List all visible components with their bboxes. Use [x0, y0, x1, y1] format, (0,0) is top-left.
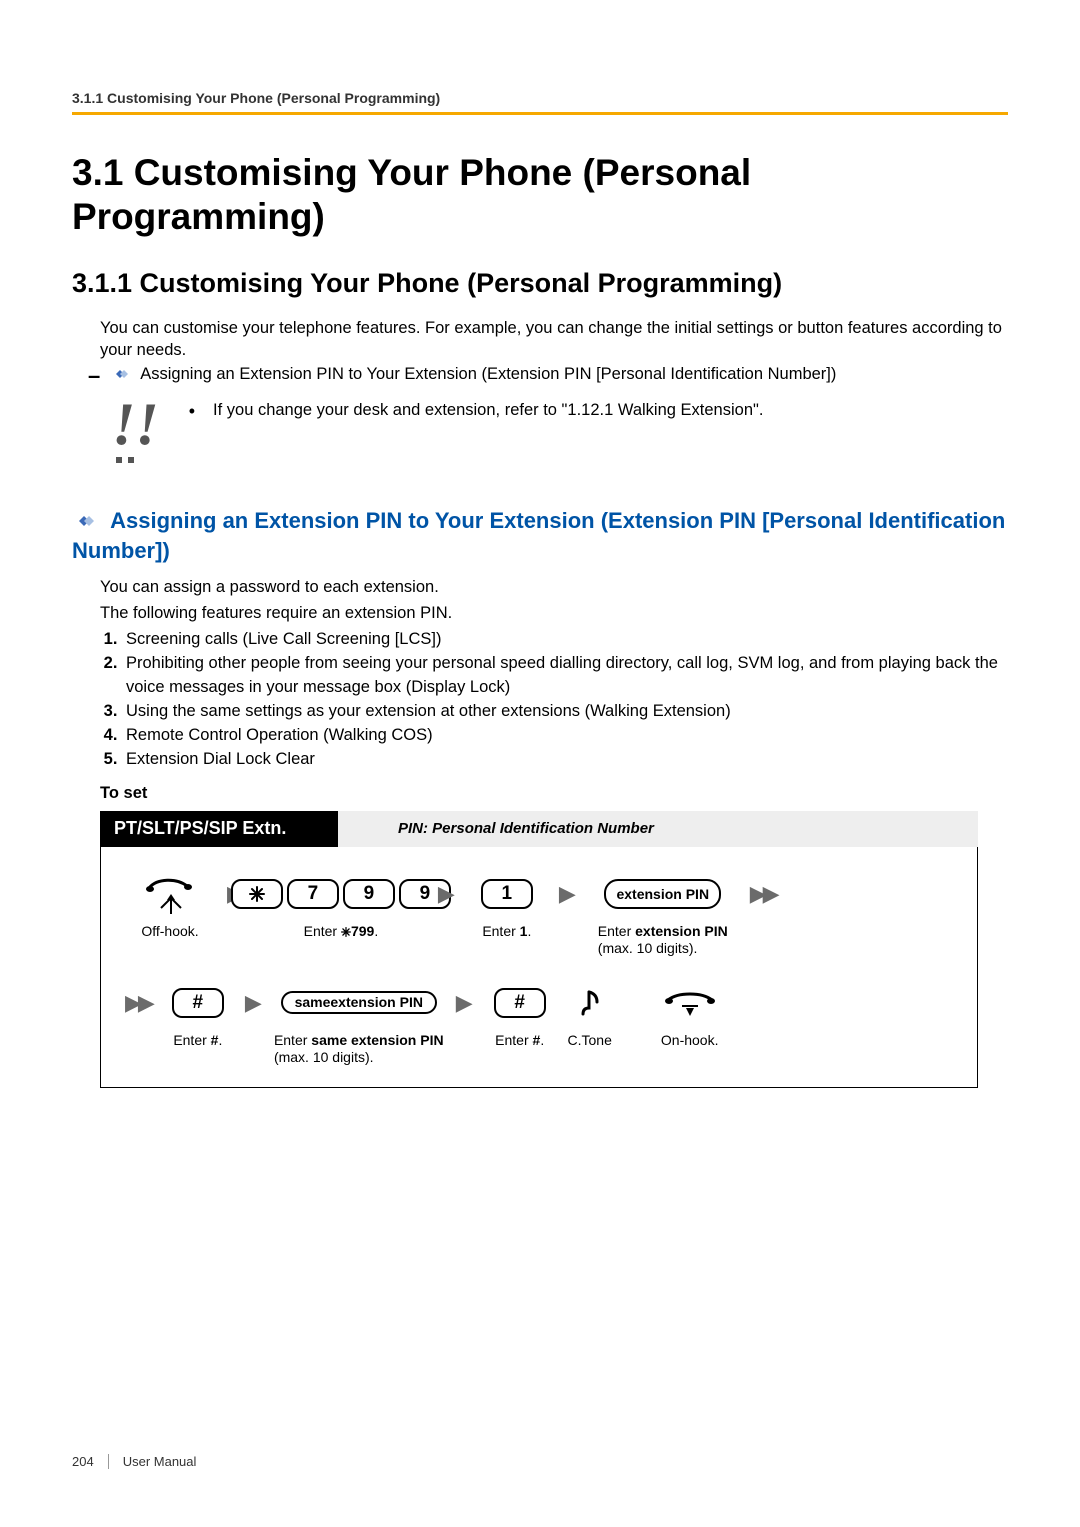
ctone-icon: [573, 984, 607, 1022]
page-number: 204: [72, 1454, 109, 1469]
procedure-header-light: PIN: Personal Identification Number: [338, 811, 978, 847]
arrow-double-icon: ▶▶: [738, 875, 788, 907]
blue-p1: You can assign a password to each extens…: [72, 576, 1008, 598]
procedure-row: Off-hook. ▶ 7 9 9 Enter 799.: [125, 875, 953, 958]
key-ext-pin: extension PIN: [604, 879, 721, 909]
blue-p2: The following features require an extens…: [72, 602, 1008, 624]
key-7: 7: [287, 879, 339, 909]
running-head: 3.1.1 Customising Your Phone (Personal P…: [72, 90, 1008, 112]
diamond-heading-icon: [72, 509, 104, 534]
feature-item: Using the same settings as your extensio…: [122, 700, 1008, 724]
arrow-icon: ▶: [233, 984, 274, 1016]
key-hash: #: [172, 988, 224, 1018]
note-block: !! • If you change your desk and extensi…: [72, 397, 1008, 451]
key-star: [231, 879, 283, 909]
feature-list: Screening calls (Live Call Screening [LC…: [72, 628, 1008, 772]
procedure-header-dark: PT/SLT/PS/SIP Extn.: [100, 811, 338, 847]
key-1: 1: [481, 879, 533, 909]
dash-item-text: Assigning an Extension PIN to Your Exten…: [140, 365, 836, 384]
exclamation-icon: !!: [112, 397, 159, 451]
procedure-row: ▶▶ # Enter #. ▶ sameextension PIN: [125, 984, 953, 1067]
key-9: 9: [343, 879, 395, 909]
offhook-icon: [143, 875, 197, 913]
note-text: If you change your desk and extension, r…: [213, 401, 763, 420]
dash-list-item: – Assigning an Extension PIN to Your Ext…: [72, 365, 1008, 387]
key-hash: #: [494, 988, 546, 1018]
page-title: 3.1 Customising Your Phone (Personal Pro…: [72, 151, 1008, 240]
feature-item: Screening calls (Live Call Screening [LC…: [122, 628, 1008, 652]
feature-item: Prohibiting other people from seeing you…: [122, 652, 1008, 700]
to-set-label: To set: [100, 784, 1008, 803]
orange-rule: [72, 112, 1008, 115]
arrow-double-icon: ▶▶: [125, 984, 163, 1016]
feature-item: Remote Control Operation (Walking COS): [122, 724, 1008, 748]
arrow-icon: ▶: [444, 984, 485, 1016]
doc-title: User Manual: [123, 1454, 197, 1469]
step-caption: Enter 799.: [304, 923, 379, 941]
section-title: 3.1.1 Customising Your Phone (Personal P…: [72, 268, 1008, 299]
feature-item: Extension Dial Lock Clear: [122, 748, 1008, 772]
step-caption: On-hook.: [661, 1032, 719, 1050]
arrow-icon: ▶: [426, 875, 467, 907]
onhook-icon: [660, 984, 720, 1022]
step-caption: Enter extension PIN (max. 10 digits).: [598, 923, 728, 958]
step-caption: Enter 1.: [482, 923, 531, 941]
step-caption: Enter #.: [495, 1032, 544, 1050]
step-caption: Enter #.: [173, 1032, 222, 1050]
bullet-dot: •: [189, 401, 195, 423]
diamond-bullet-icon: [110, 367, 132, 386]
key-same-ext-pin: sameextension PIN: [281, 991, 437, 1014]
subsection-heading: Assigning an Extension PIN to Your Exten…: [72, 507, 1008, 565]
arrow-icon: ▶: [547, 875, 588, 907]
page-footer: 204 User Manual: [72, 1454, 196, 1469]
step-caption: C.Tone: [568, 1032, 612, 1050]
dash-bullet: –: [88, 365, 100, 387]
subsection-heading-text: Assigning an Extension PIN to Your Exten…: [72, 508, 1005, 563]
intro-paragraph: You can customise your telephone feature…: [72, 317, 1008, 362]
step-caption: Off-hook.: [141, 923, 198, 941]
procedure-box: PT/SLT/PS/SIP Extn. PIN: Personal Identi…: [100, 811, 978, 1088]
step-caption: Enter same extension PIN (max. 10 digits…: [274, 1032, 444, 1067]
